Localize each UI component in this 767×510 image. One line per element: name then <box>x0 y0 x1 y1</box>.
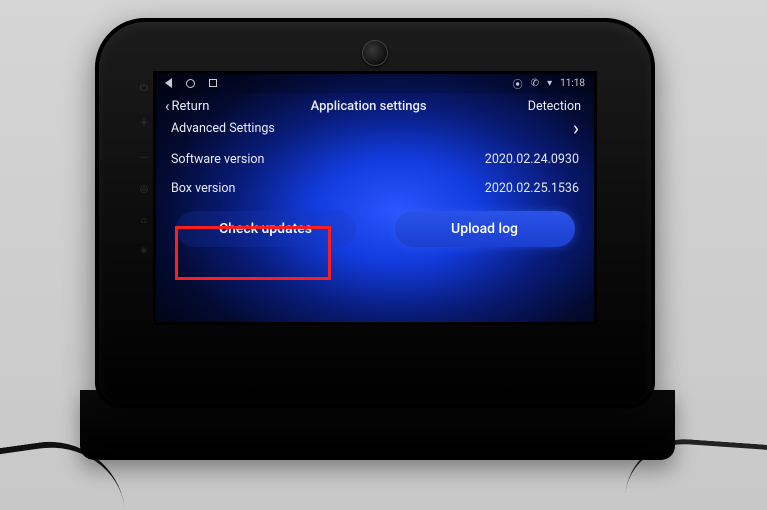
check-updates-button[interactable]: Check updates <box>176 211 356 247</box>
system-bar: ⦿ ✆ ▾ 11:18 <box>155 73 595 93</box>
page-title: Application settings <box>311 99 427 114</box>
upload-log-label: Upload log <box>451 221 518 237</box>
upload-log-button[interactable]: Upload log <box>395 211 575 247</box>
box-version-value: 2020.02.25.1536 <box>485 181 579 196</box>
box-version-label: Box version <box>171 181 235 196</box>
advanced-settings-label: Advanced Settings <box>171 121 275 136</box>
wifi-icon: ▾ <box>547 78 552 89</box>
mic-icon: ◎ <box>140 184 149 195</box>
chevron-right-icon: › <box>573 118 579 138</box>
clock: 11:18 <box>560 78 585 89</box>
screen: ⦿ ✆ ▾ 11:18 ‹ Return Application setting… <box>155 73 595 323</box>
nav-home-icon[interactable] <box>186 79 195 88</box>
phone-icon: ✆ <box>531 78 539 89</box>
location-icon: ⦿ <box>513 76 523 91</box>
advanced-settings-row[interactable]: Advanced Settings › <box>155 116 595 145</box>
software-version-label: Software version <box>171 152 264 167</box>
nav-back-icon[interactable] <box>165 78 172 88</box>
vol-up-icon: ＋ <box>139 114 149 129</box>
physical-side-buttons: ⏻ ＋ － ◎ ⌂ ✳ <box>137 83 151 257</box>
settings-icon: ✳ <box>140 246 148 257</box>
box-version-row: Box version 2020.02.25.1536 <box>155 174 595 203</box>
home-icon: ⌂ <box>141 215 147 226</box>
software-version-row: Software version 2020.02.24.0930 <box>155 145 595 174</box>
check-updates-label: Check updates <box>219 221 312 237</box>
chevron-left-icon: ‹ <box>165 99 170 114</box>
software-version-value: 2020.02.24.0930 <box>485 152 579 167</box>
return-label: Return <box>172 99 210 114</box>
device-bezel: ⏻ ＋ － ◎ ⌂ ✳ ⦿ ✆ ▾ 11:18 ‹ Return <box>95 18 655 408</box>
nav-recent-icon[interactable] <box>209 79 217 87</box>
power-icon: ⏻ <box>140 83 148 94</box>
return-button[interactable]: ‹ Return <box>165 99 209 114</box>
brand-logo <box>362 40 388 66</box>
vol-down-icon: － <box>139 149 149 164</box>
detection-button[interactable]: Detection <box>528 99 581 114</box>
